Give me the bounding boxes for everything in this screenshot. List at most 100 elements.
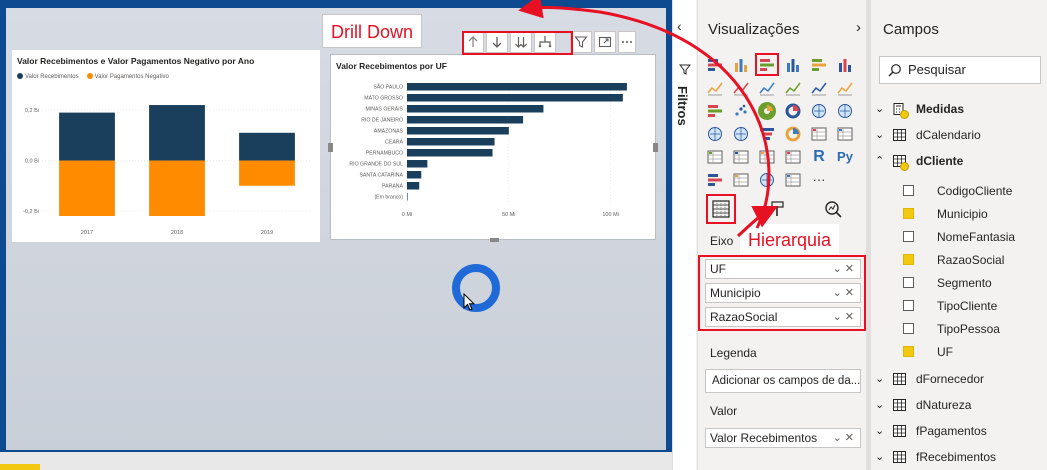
slicer-icon[interactable] (730, 146, 752, 167)
table-row-medidas[interactable]: ⌄ Medidas (871, 98, 1047, 120)
field-row-codigocliente[interactable]: CodigoCliente (871, 180, 1047, 202)
waterfall-icon[interactable] (704, 100, 726, 121)
value-well-label: Valor (710, 404, 738, 418)
arcgis-icon[interactable] (756, 169, 778, 190)
axis-field-razaosocial[interactable]: RazaoSocial ⌄✕ (705, 307, 861, 327)
table-icon[interactable] (756, 146, 778, 167)
table-row-dnatureza[interactable]: ⌄ dNatureza (871, 394, 1047, 416)
chevron-close-icons[interactable]: ⌄✕ (833, 308, 857, 326)
python-visual-icon[interactable]: Py (834, 146, 856, 167)
checkbox-unchecked[interactable] (903, 300, 914, 311)
field-row-razaosocial[interactable]: RazaoSocial (871, 249, 1047, 271)
filter-visual-button[interactable] (570, 31, 592, 53)
filters-label: Filtros (675, 86, 690, 126)
line-chart-icon[interactable] (704, 77, 726, 98)
pie-icon[interactable] (756, 100, 778, 121)
year-column-chart[interactable]: Valor Recebimentos e Valor Pagamentos Ne… (12, 50, 320, 242)
resize-handle-bottom[interactable] (490, 238, 499, 242)
bar-receipts (149, 105, 205, 161)
bar-payments (59, 160, 115, 216)
gauge-icon[interactable] (782, 123, 804, 144)
chevron-right-icon[interactable]: › (856, 19, 861, 36)
axis-field-uf[interactable]: UF ⌄✕ (705, 259, 861, 279)
funnel-icon[interactable] (756, 123, 778, 144)
checkbox-unchecked[interactable] (903, 277, 914, 288)
focus-mode-button[interactable] (594, 31, 616, 53)
chevron-down-icon[interactable]: ⌄ (875, 124, 884, 146)
more-options-button[interactable] (618, 31, 636, 53)
field-row-uf[interactable]: UF (871, 341, 1047, 363)
checkbox-checked[interactable] (903, 254, 914, 265)
analytics-tab[interactable] (820, 196, 846, 222)
card-icon[interactable] (808, 123, 830, 144)
field-row-tipopessoa[interactable]: TipoPessoa (871, 318, 1047, 340)
filled-map-icon[interactable] (704, 123, 726, 144)
chevron-up-icon[interactable]: ⌃ (875, 150, 884, 172)
map-icon[interactable] (834, 100, 856, 121)
key-influencers-icon[interactable] (704, 169, 726, 190)
multirow-card-icon[interactable] (834, 123, 856, 144)
format-tab[interactable] (764, 196, 790, 222)
kpi-icon[interactable] (704, 146, 726, 167)
donut-icon[interactable] (782, 100, 804, 121)
chevron-close-icons[interactable]: ⌄✕ (833, 284, 857, 302)
more-icon[interactable]: ··· (808, 169, 830, 190)
area-chart-icon[interactable] (730, 77, 752, 98)
field-row-tipocliente[interactable]: TipoCliente (871, 295, 1047, 317)
checkbox-unchecked[interactable] (903, 323, 914, 334)
field-row-municipio[interactable]: Municipio (871, 203, 1047, 225)
resize-handle-right[interactable] (653, 143, 658, 152)
legend-dropzone[interactable]: Adicionar os campos de da... (705, 369, 861, 393)
fields-search-input[interactable]: Pesquisar (879, 56, 1041, 84)
filters-pane-collapsed[interactable]: ‹ Filtros (672, 0, 696, 470)
100-column-icon[interactable] (834, 54, 856, 75)
y-tick-label: -0,2 Bi (23, 209, 39, 215)
fields-tab[interactable] (706, 194, 736, 224)
chevron-close-icons[interactable]: ⌄✕ (833, 429, 857, 447)
uf-bar-chart[interactable]: Valor Recebimentos por UF 0 Mi 50 Mi 100 M… (330, 54, 656, 240)
axis-field-municipio[interactable]: Municipio ⌄✕ (705, 283, 861, 303)
search-icon (888, 64, 901, 77)
value-field-receipts[interactable]: Valor Recebimentos ⌄✕ (705, 428, 861, 448)
clustered-column-icon[interactable] (782, 54, 804, 75)
100-bar-icon[interactable] (808, 54, 830, 75)
scatter-icon[interactable] (730, 100, 752, 121)
bar-receipts (407, 193, 408, 201)
chevron-close-icons[interactable]: ⌄✕ (833, 260, 857, 278)
shape-map-icon[interactable] (730, 123, 752, 144)
field-name: TipoPessoa (937, 322, 1000, 336)
chevron-down-icon[interactable]: ⌄ (875, 446, 884, 468)
checkbox-checked[interactable] (903, 208, 914, 219)
r-visual-icon[interactable]: R (808, 146, 830, 167)
field-row-segmento[interactable]: Segmento (871, 272, 1047, 294)
chevron-down-icon[interactable]: ⌄ (875, 368, 884, 390)
table-row-dcalendario[interactable]: ⌄ dCalendario (871, 124, 1047, 146)
line-clustered-icon[interactable] (808, 77, 830, 98)
stacked-area-icon[interactable] (756, 77, 778, 98)
table-icon (893, 425, 906, 437)
custom-visual-icon[interactable] (782, 169, 804, 190)
checkbox-unchecked[interactable] (903, 231, 914, 242)
chevron-down-icon[interactable]: ⌄ (875, 394, 884, 416)
checkbox-unchecked[interactable] (903, 185, 914, 196)
resize-handle-left[interactable] (328, 143, 333, 152)
table-row-fpagamentos[interactable]: ⌄ fPagamentos (871, 420, 1047, 442)
active-page-tab[interactable] (0, 464, 40, 470)
chevron-down-icon[interactable]: ⌄ (875, 420, 884, 442)
checkbox-checked[interactable] (903, 346, 914, 357)
table-row-dfornecedor[interactable]: ⌄ dFornecedor (871, 368, 1047, 390)
chevron-left-icon[interactable]: ‹ (677, 18, 682, 34)
treemap-icon[interactable] (808, 100, 830, 121)
fields-grid-icon (712, 200, 730, 218)
matrix-icon[interactable] (782, 146, 804, 167)
clustered-bar-icon[interactable] (755, 53, 779, 76)
chevron-down-icon[interactable]: ⌄ (875, 98, 884, 120)
stacked-bar-icon[interactable] (704, 54, 726, 75)
line-column-icon[interactable] (782, 77, 804, 98)
field-row-nomefantasia[interactable]: NomeFantasia (871, 226, 1047, 248)
ribbon-chart-icon[interactable] (834, 77, 856, 98)
qa-icon[interactable] (730, 169, 752, 190)
stacked-column-icon[interactable] (730, 54, 752, 75)
table-row-dcliente[interactable]: ⌃ dCliente (871, 150, 1047, 172)
table-row-frecebimentos[interactable]: ⌄ fRecebimentos (871, 446, 1047, 468)
